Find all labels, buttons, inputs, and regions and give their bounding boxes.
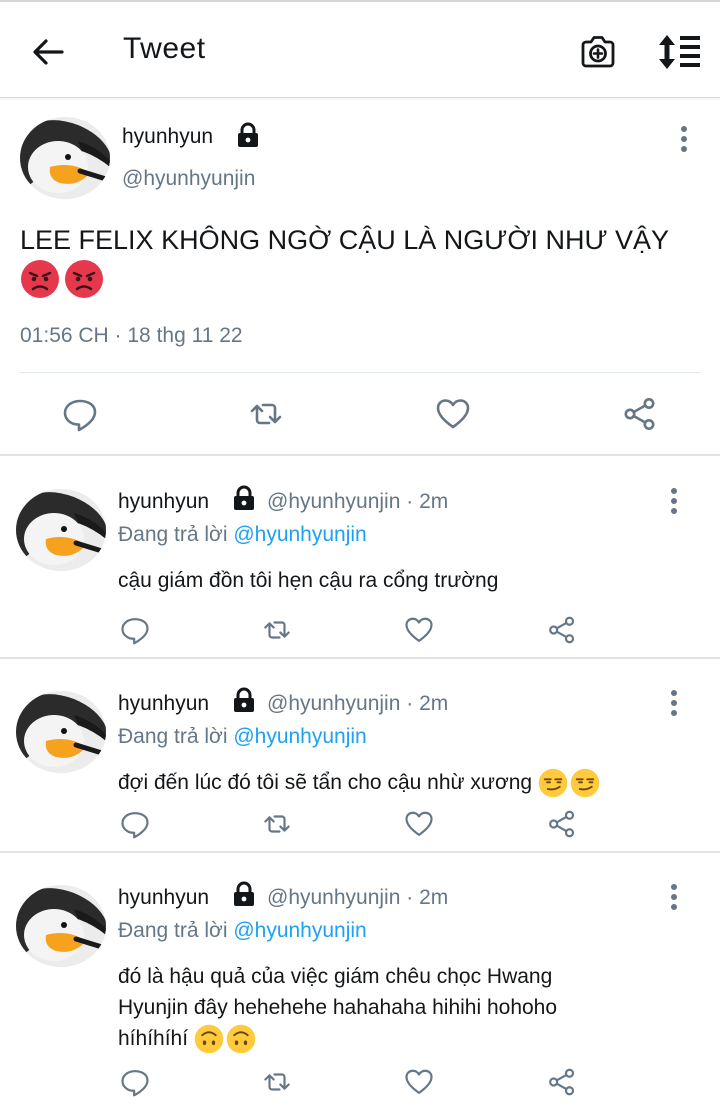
lock-icon (230, 484, 258, 512)
more-options-icon[interactable] (664, 486, 684, 516)
share-icon[interactable] (547, 1067, 577, 1097)
like-icon[interactable] (435, 396, 471, 432)
page-title: Tweet (123, 32, 206, 65)
smirking-face-emoji (538, 768, 568, 798)
retweet-icon[interactable] (262, 1067, 292, 1097)
like-icon[interactable] (404, 809, 434, 839)
sort-replies-icon[interactable] (656, 32, 702, 72)
reply-icon[interactable] (120, 615, 150, 645)
mention-link[interactable]: @hyunhyunjin (233, 725, 366, 748)
reply-icon[interactable] (120, 809, 150, 839)
display-name[interactable]: hyunhyun (122, 125, 213, 149)
user-handle[interactable]: @hyunhyunjin (122, 167, 255, 191)
top-app-bar: Tweet (0, 0, 720, 98)
back-arrow-icon[interactable] (28, 32, 68, 72)
lock-icon (234, 121, 262, 149)
reply-icon[interactable] (62, 396, 98, 432)
tweet-emojis (20, 259, 108, 299)
lock-icon (230, 880, 258, 908)
replying-to: Đang trả lời @hyunhyunjin (118, 523, 367, 547)
reply-text: cậu giám đồn tôi hẹn cậu ra cổng trường (118, 565, 678, 596)
avatar[interactable] (20, 117, 110, 199)
main-tweet: hyunhyun @hyunhyunjin LEE FELIX KHÔNG NG… (0, 99, 720, 456)
reply-text: đợi đến lúc đó tôi sẽ tẩn cho cậu nhừ xư… (118, 767, 678, 798)
more-options-icon[interactable] (664, 688, 684, 718)
upside-down-face-emoji (226, 1024, 256, 1054)
upside-down-face-emoji (194, 1024, 224, 1054)
smirking-face-emoji (570, 768, 600, 798)
like-icon[interactable] (404, 1067, 434, 1097)
reply-tweet[interactable]: hyunhyun @hyunhyunjin · 2m Đang trả lời … (0, 659, 720, 853)
tweet-text: LEE FELIX KHÔNG NGỜ CẬU LÀ NGƯỜI NHƯ VẬY (20, 225, 670, 255)
lock-icon (230, 686, 258, 714)
replying-to: Đang trả lời @hyunhyunjin (118, 919, 367, 943)
tweet-timestamp: 01:56 CH · 18 thg 11 22 (20, 324, 243, 347)
reply-icon[interactable] (120, 1067, 150, 1097)
mention-link[interactable]: @hyunhyunjin (233, 523, 366, 546)
reply-text: đó là hậu quả của việc giám chêu chọc Hw… (118, 961, 618, 1054)
mention-link[interactable]: @hyunhyunjin (233, 919, 366, 942)
handle-and-time: @hyunhyunjin · 2m (267, 490, 449, 513)
reply-text-body: đợi đến lúc đó tôi sẽ tẩn cho cậu nhừ xư… (118, 771, 533, 794)
more-options-icon[interactable] (664, 882, 684, 912)
divider (20, 372, 700, 373)
camera-add-icon[interactable] (578, 32, 618, 72)
avatar[interactable] (16, 691, 106, 773)
share-icon[interactable] (547, 809, 577, 839)
angry-face-emoji (20, 259, 60, 299)
replying-label: Đang trả lời (118, 725, 228, 748)
handle-and-time: @hyunhyunjin · 2m (267, 692, 449, 715)
display-name[interactable]: hyunhyun (118, 692, 209, 716)
share-icon[interactable] (547, 615, 577, 645)
replying-label: Đang trả lời (118, 919, 228, 942)
replying-to: Đang trả lời @hyunhyunjin (118, 725, 367, 749)
handle-and-time: @hyunhyunjin · 2m (267, 886, 449, 909)
display-name[interactable]: hyunhyun (118, 490, 209, 514)
share-icon[interactable] (622, 396, 658, 432)
reply-tweet[interactable]: hyunhyun @hyunhyunjin · 2m Đang trả lời … (0, 457, 720, 659)
reply-text-body: cậu giám đồn tôi hẹn cậu ra cổng trường (118, 569, 499, 592)
display-name[interactable]: hyunhyun (118, 886, 209, 910)
retweet-icon[interactable] (262, 809, 292, 839)
avatar[interactable] (16, 885, 106, 967)
more-options-icon[interactable] (674, 124, 694, 154)
retweet-icon[interactable] (248, 396, 284, 432)
retweet-icon[interactable] (262, 615, 292, 645)
replying-label: Đang trả lời (118, 523, 228, 546)
reply-tweet[interactable]: hyunhyun @hyunhyunjin · 2m Đang trả lời … (0, 853, 720, 1108)
avatar[interactable] (16, 489, 106, 571)
reply-text-body: đó là hậu quả của việc giám chêu chọc Hw… (118, 965, 558, 1050)
like-icon[interactable] (404, 615, 434, 645)
angry-face-emoji (64, 259, 104, 299)
